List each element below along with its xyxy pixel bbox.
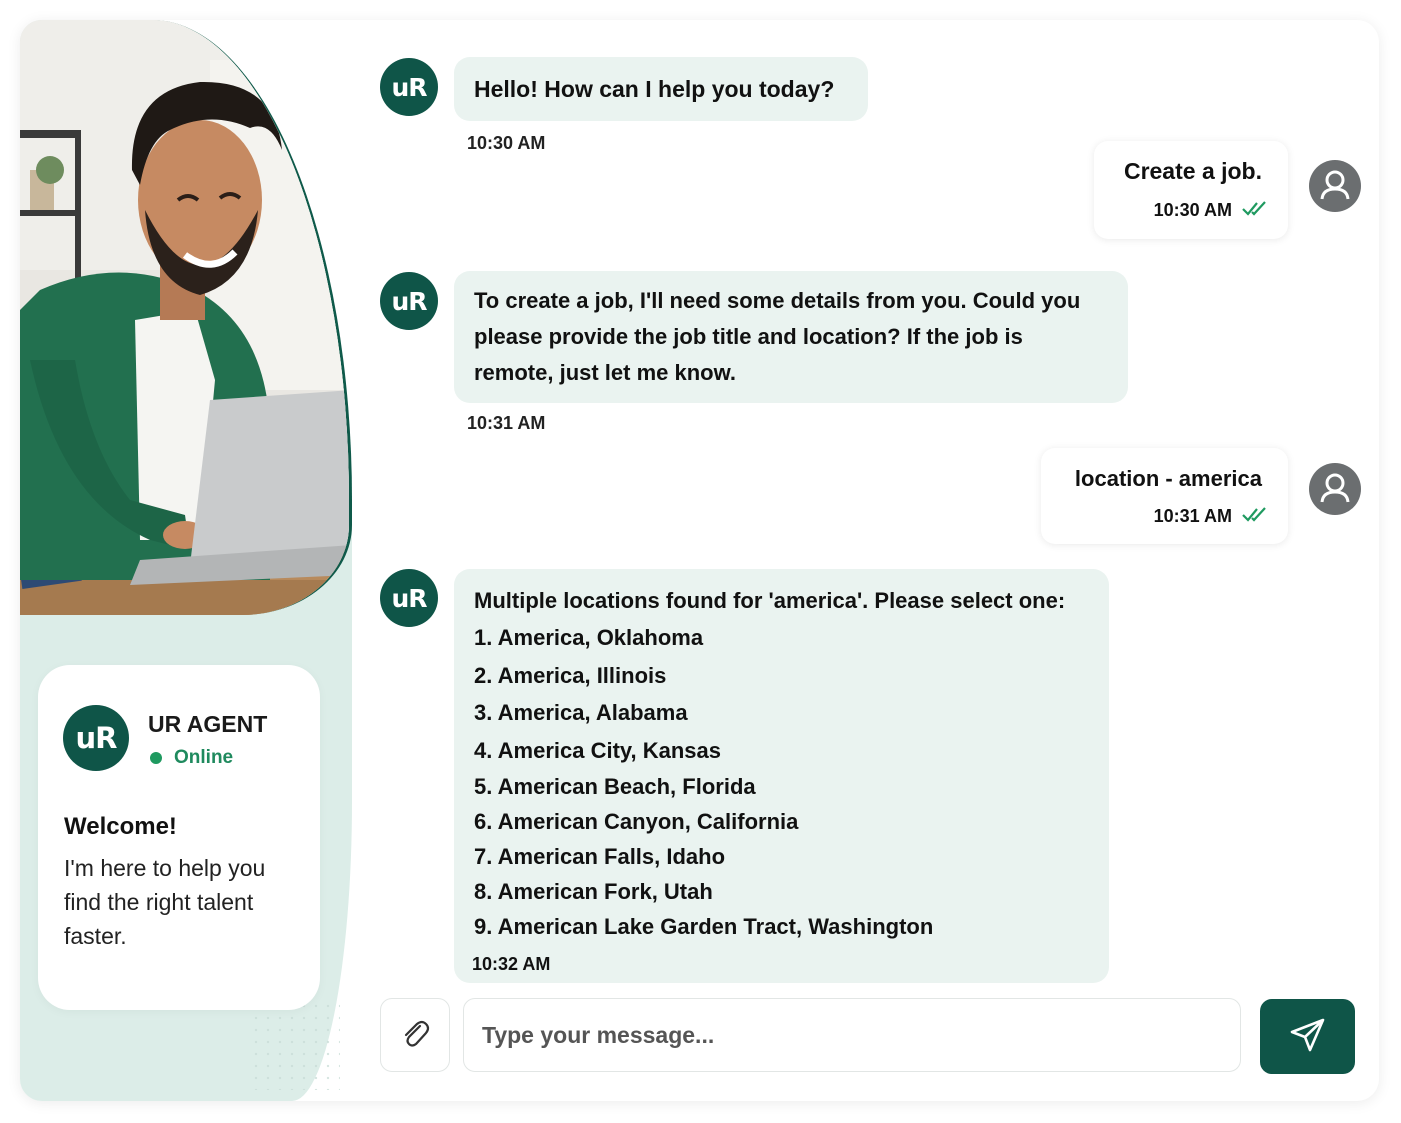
location-options-list: 1. America, Oklahoma 2. America, Illinoi… [474, 619, 1089, 944]
message-text: Hello! How can I help you today? [474, 76, 835, 102]
message-bubble-user: location - america 10:31 AM [1041, 448, 1288, 544]
message-bubble-bot: Multiple locations found for 'america'. … [454, 569, 1109, 983]
paperclip-icon [398, 1017, 432, 1054]
message-bubble-user: Create a job. 10:30 AM [1094, 141, 1288, 239]
agent-status: Online [150, 747, 233, 769]
message-meta: 10:31 AM [1154, 506, 1268, 527]
agent-name: UR AGENT [148, 711, 268, 737]
location-option[interactable]: 2. America, Illinois [474, 657, 1089, 695]
message-input[interactable] [463, 998, 1241, 1072]
message-text: location - america [1074, 466, 1262, 491]
location-option[interactable]: 8. American Fork, Utah [474, 874, 1089, 909]
message-time: 10:31 AM [1153, 506, 1232, 526]
message-text: Multiple locations found for 'america'. … [474, 588, 1066, 613]
message-line: please provide the job title and locatio… [474, 324, 1023, 349]
location-option[interactable]: 3. America, Alabama [474, 694, 1089, 732]
message-line: To create a job, I'll need some details … [474, 288, 1081, 313]
double-check-icon [1242, 506, 1268, 527]
message-time: 10:31 AM [467, 413, 546, 433]
user-avatar-icon [1309, 463, 1361, 515]
message-bubble-bot: To create a job, I'll need some details … [454, 271, 1128, 403]
agent-status-label: Online [174, 747, 234, 768]
bot-avatar: uR [380, 272, 438, 330]
welcome-title: Welcome! [64, 813, 177, 840]
location-option[interactable]: 6. American Canyon, California [474, 804, 1089, 839]
online-dot-icon [150, 752, 162, 764]
location-option[interactable]: 4. America City, Kansas [474, 732, 1089, 770]
agent-info-card: uR UR AGENT Online Welcome! I'm here to … [38, 665, 320, 1010]
location-option[interactable]: 1. America, Oklahoma [474, 619, 1089, 657]
bot-avatar: uR [380, 58, 438, 116]
message-time: 10:30 AM [467, 133, 546, 153]
agent-logo: uR [63, 705, 129, 771]
location-option[interactable]: 9. American Lake Garden Tract, Washingto… [474, 909, 1089, 944]
agent-panel: uR UR AGENT Online Welcome! I'm here to … [20, 20, 352, 1101]
send-button[interactable] [1260, 999, 1355, 1074]
chat-window: uR UR AGENT Online Welcome! I'm here to … [20, 20, 1379, 1101]
bot-avatar: uR [380, 569, 438, 627]
location-option[interactable]: 5. American Beach, Florida [474, 769, 1089, 804]
send-icon [1288, 1015, 1328, 1058]
double-check-icon [1242, 200, 1268, 221]
welcome-text: I'm here to help you find the right tale… [64, 855, 266, 949]
message-line: remote, just let me know. [474, 360, 737, 385]
location-option[interactable]: 7. American Falls, Idaho [474, 839, 1089, 874]
user-avatar-icon [1309, 160, 1361, 212]
message-time: 10:32 AM [472, 954, 551, 974]
message-text: Create a job. [1123, 158, 1262, 184]
message-bubble-bot: Hello! How can I help you today? [454, 57, 868, 121]
message-time: 10:30 AM [1153, 200, 1232, 220]
decorative-dots [250, 1000, 340, 1090]
message-meta: 10:30 AM [1154, 200, 1268, 221]
attach-button[interactable] [380, 998, 450, 1072]
